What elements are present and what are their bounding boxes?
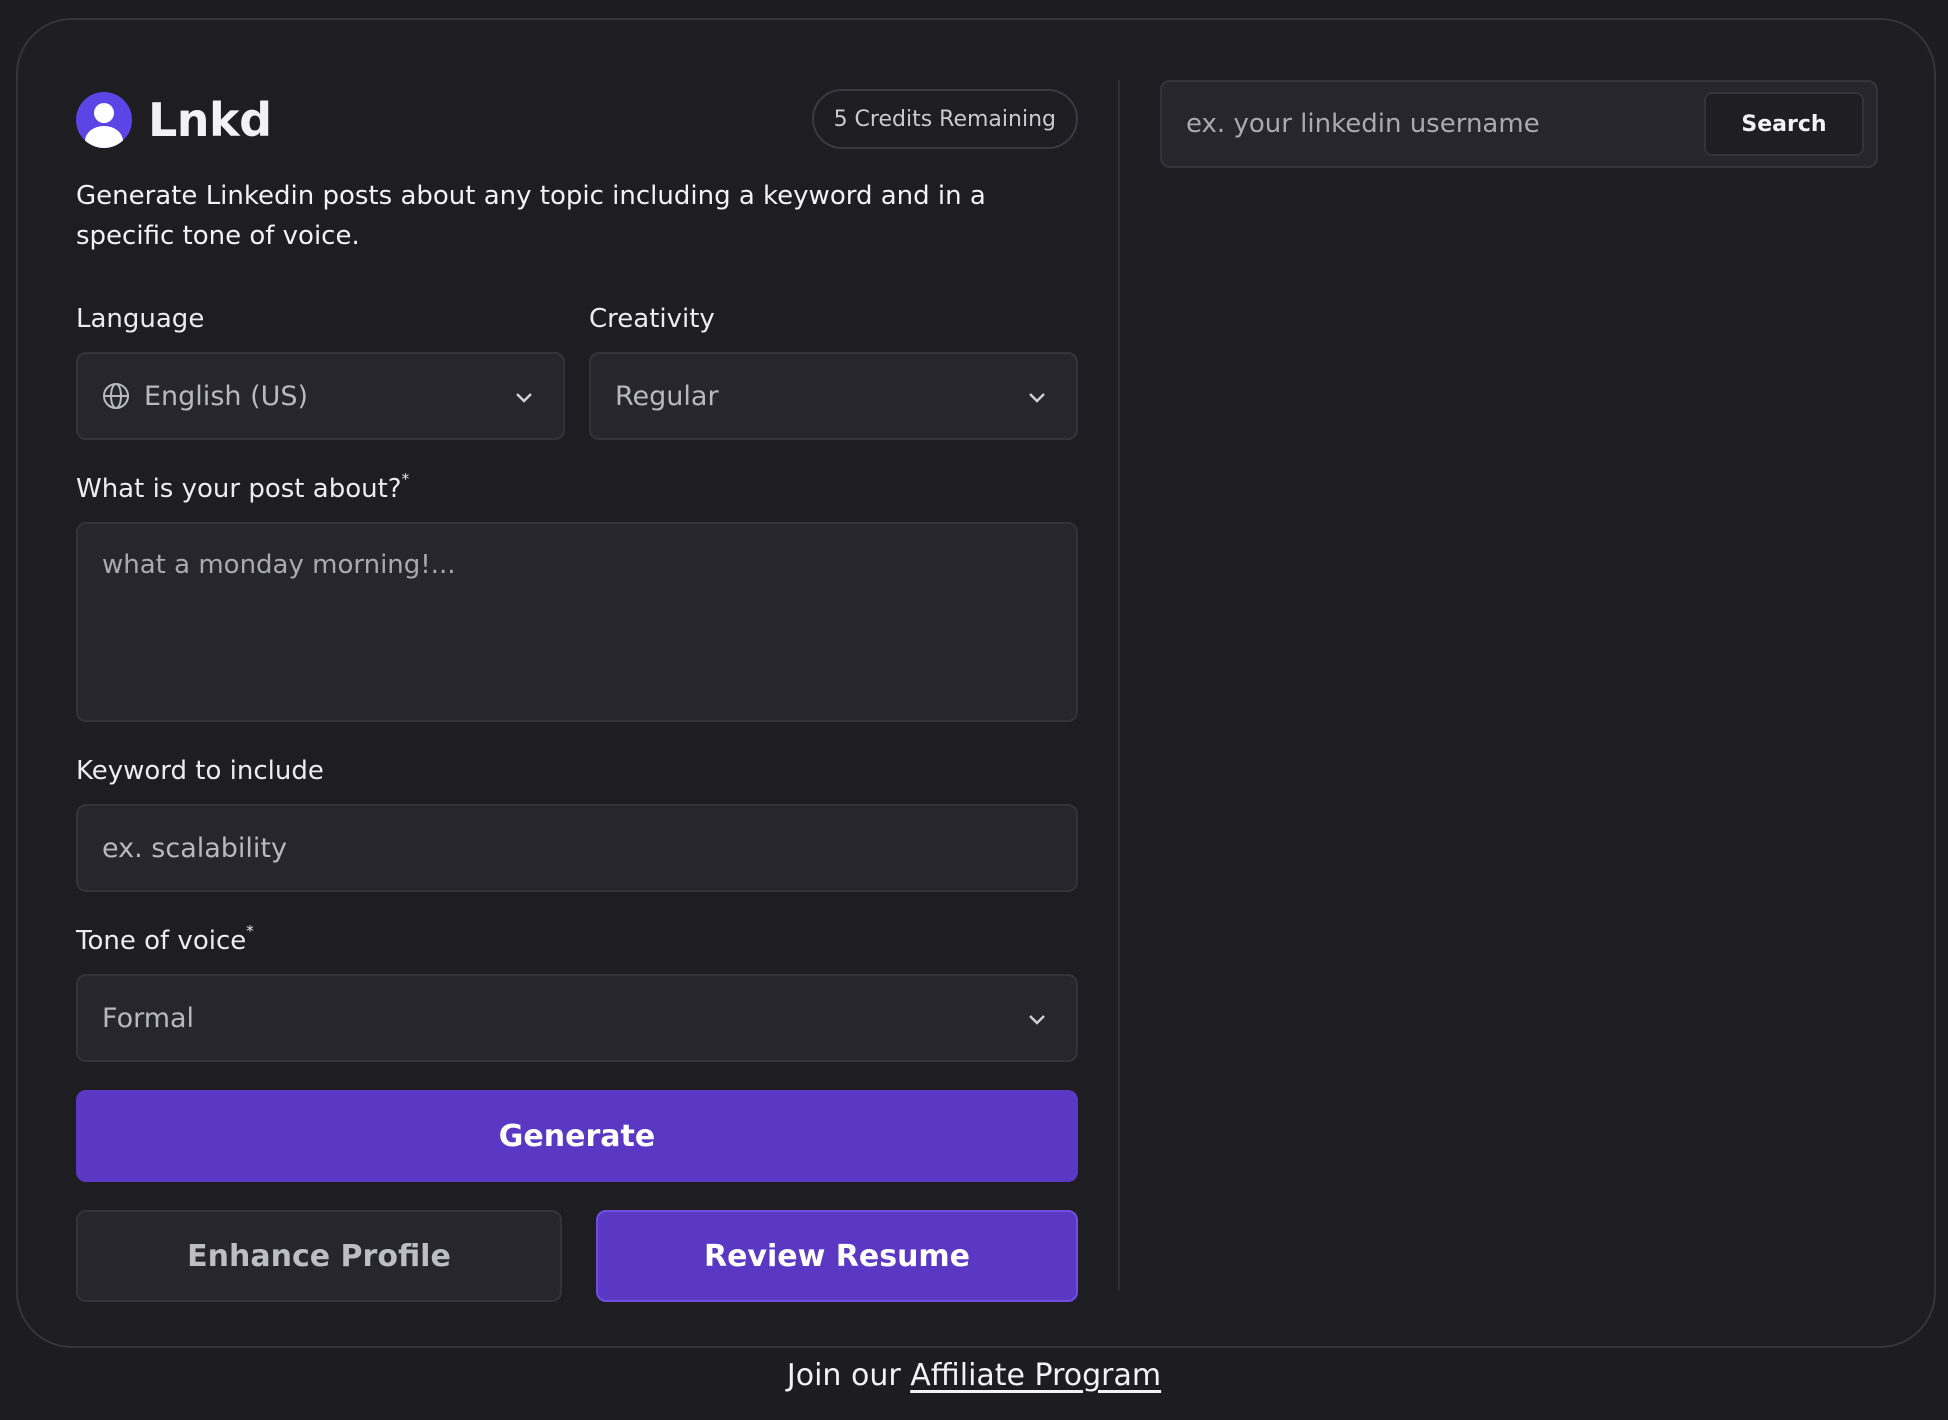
topic-textarea[interactable]: what a monday morning!... bbox=[76, 522, 1078, 722]
review-resume-button[interactable]: Review Resume bbox=[596, 1210, 1078, 1302]
brand-name: Lnkd bbox=[148, 93, 272, 147]
chevron-down-icon bbox=[513, 384, 535, 415]
chevron-down-icon bbox=[1026, 1006, 1048, 1037]
search-box: Search bbox=[1160, 80, 1878, 168]
language-value: English (US) bbox=[144, 380, 309, 412]
affiliate-program-link[interactable]: Affiliate Program bbox=[910, 1358, 1161, 1393]
intro-text: Generate Linkedin posts about any topic … bbox=[76, 181, 986, 251]
tone-label: Tone of voice* bbox=[76, 922, 254, 956]
language-label: Language bbox=[76, 304, 205, 334]
tone-select[interactable]: Formal bbox=[76, 974, 1078, 1062]
footer: Join our Affiliate Program bbox=[0, 1358, 1948, 1393]
required-mark: * bbox=[401, 470, 410, 488]
keyword-label: Keyword to include bbox=[76, 756, 324, 786]
enhance-profile-button[interactable]: Enhance Profile bbox=[76, 1210, 562, 1302]
generator-panel: Lnkd 5 Credits Remaining Generate Linked… bbox=[76, 80, 1078, 1302]
keyword-input[interactable]: ex. scalability bbox=[76, 804, 1078, 892]
creativity-value: Regular bbox=[615, 380, 719, 412]
panel-divider bbox=[1118, 80, 1120, 1290]
user-avatar-icon bbox=[76, 92, 132, 148]
required-mark: * bbox=[246, 922, 254, 940]
linkedin-username-input[interactable] bbox=[1186, 109, 1704, 139]
main-card: Lnkd 5 Credits Remaining Generate Linked… bbox=[16, 18, 1936, 1348]
topic-label: What is your post about?* bbox=[76, 470, 410, 504]
creativity-select[interactable]: Regular bbox=[589, 352, 1078, 440]
footer-prefix: Join our bbox=[786, 1358, 911, 1393]
generate-button[interactable]: Generate bbox=[76, 1090, 1078, 1182]
credits-badge: 5 Credits Remaining bbox=[811, 89, 1078, 149]
creativity-label: Creativity bbox=[589, 304, 715, 334]
search-panel: Search bbox=[1160, 80, 1878, 168]
brand-header: Lnkd 5 Credits Remaining bbox=[76, 80, 1078, 160]
search-button[interactable]: Search bbox=[1704, 92, 1864, 156]
chevron-down-icon bbox=[1026, 384, 1048, 415]
language-select[interactable]: English (US) bbox=[76, 352, 565, 440]
globe-icon bbox=[102, 382, 130, 410]
tone-value: Formal bbox=[102, 1002, 195, 1034]
